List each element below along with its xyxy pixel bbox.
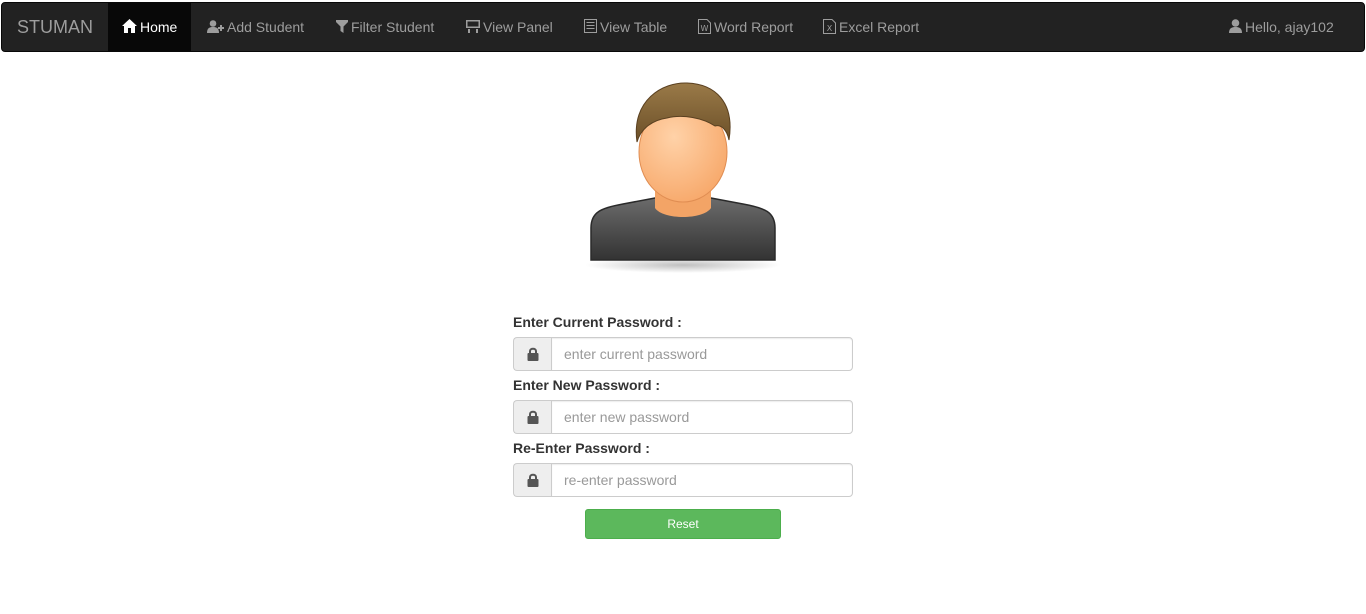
svg-text:X: X (827, 24, 833, 33)
add-user-icon (207, 19, 224, 33)
nav-add-student-label: Add Student (227, 19, 305, 35)
current-password-group (513, 337, 853, 371)
svg-text:W: W (701, 24, 709, 33)
nav-filter-student-label: Filter Student (351, 19, 435, 35)
user-greeting-label: Hello, ajay102 (1245, 19, 1334, 35)
new-password-group (513, 400, 853, 434)
lock-icon (513, 400, 551, 434)
avatar-image (583, 80, 783, 275)
change-password-form: Enter Current Password : Enter New Passw… (513, 312, 853, 501)
nav-word-report[interactable]: W Word Report (698, 3, 793, 51)
nav-view-table[interactable]: View Table (584, 3, 667, 51)
reset-button[interactable]: Reset (585, 509, 781, 539)
nav-add-student[interactable]: Add Student (207, 3, 304, 51)
user-icon (1229, 19, 1242, 34)
brand-link[interactable]: STUMAN (17, 3, 93, 51)
nav-user-greeting[interactable]: Hello, ajay102 (1229, 3, 1334, 51)
nav-view-table-label: View Table (600, 19, 668, 35)
panel-icon (466, 19, 480, 33)
home-icon (122, 19, 137, 34)
reenter-password-group (513, 463, 853, 497)
nav-excel-report[interactable]: X Excel Report (823, 3, 919, 51)
new-password-input[interactable] (551, 400, 853, 434)
nav-excel-report-label: Excel Report (839, 19, 920, 35)
nav-home[interactable]: Home (108, 3, 192, 51)
word-file-icon: W (698, 18, 711, 34)
nav-word-report-label: Word Report (714, 19, 794, 35)
table-icon (584, 19, 597, 34)
current-password-label: Enter Current Password : (513, 314, 682, 330)
lock-icon (513, 463, 551, 497)
nav-view-panel-label: View Panel (483, 19, 553, 35)
excel-file-icon: X (823, 18, 836, 34)
nav-home-label: Home (140, 19, 178, 35)
lock-icon (513, 337, 551, 371)
current-password-input[interactable] (551, 337, 853, 371)
new-password-label: Enter New Password : (513, 377, 661, 393)
reenter-password-label: Re-Enter Password : (513, 440, 650, 456)
nav-view-panel[interactable]: View Panel (466, 3, 553, 51)
nav-filter-student[interactable]: Filter Student (336, 3, 434, 51)
top-navbar: STUMAN Home Add Student Filter Student V… (1, 2, 1365, 52)
reenter-password-input[interactable] (551, 463, 853, 497)
filter-icon (336, 19, 348, 33)
